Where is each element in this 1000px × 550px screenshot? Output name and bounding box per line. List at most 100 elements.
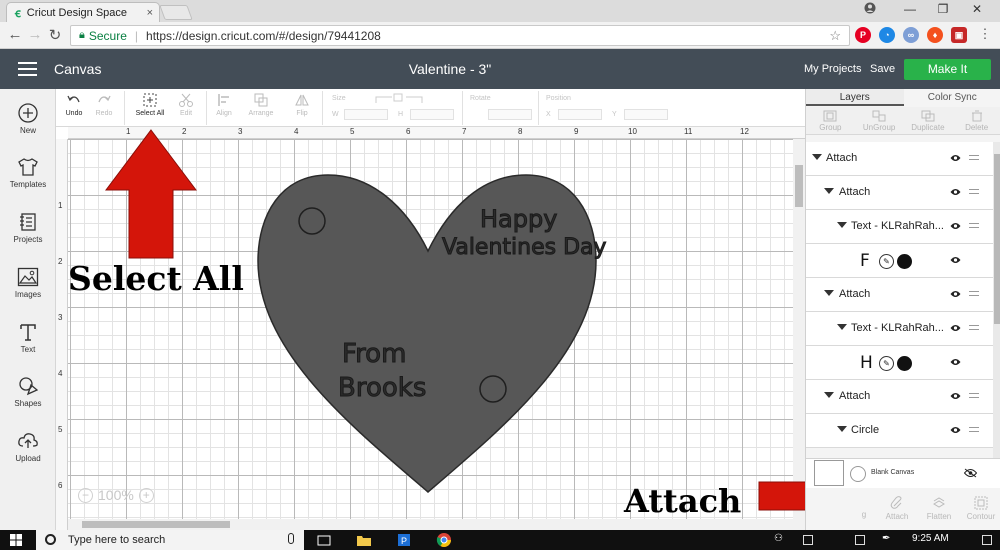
- group-button[interactable]: Group: [806, 107, 855, 134]
- sidebar-item-projects[interactable]: Projects: [0, 212, 56, 244]
- layer-row-glyph[interactable]: H ✎: [806, 346, 993, 380]
- undo-button[interactable]: Undo: [62, 92, 86, 117]
- layer-row-text[interactable]: Text - KLRahRah...: [806, 210, 993, 244]
- drag-handle-icon[interactable]: [969, 291, 979, 296]
- duplicate-button[interactable]: Duplicate: [904, 107, 953, 134]
- chrome-icon[interactable]: [436, 532, 452, 548]
- browser-tab[interactable]: ꞓ Cricut Design Space ×: [6, 2, 160, 22]
- extension-icon[interactable]: ◔: [879, 27, 895, 43]
- layer-row-circle[interactable]: Circle: [806, 414, 993, 448]
- redo-button[interactable]: Redo: [92, 92, 116, 117]
- canvas-shape-swatch[interactable]: [850, 466, 866, 482]
- scrollbar-thumb[interactable]: [795, 165, 803, 207]
- layer-row-attach[interactable]: Attach: [806, 176, 993, 210]
- caret-down-icon[interactable]: [812, 154, 822, 160]
- layer-row-attach[interactable]: Attach: [806, 278, 993, 312]
- taskbar-search-box[interactable]: Type here to search: [36, 530, 304, 550]
- sidebar-item-new[interactable]: New: [0, 103, 56, 135]
- pen-tool-icon[interactable]: ✎: [879, 254, 894, 269]
- pinterest-extension-icon[interactable]: P: [855, 27, 871, 43]
- rotate-input[interactable]: [488, 109, 532, 120]
- canvas-horizontal-scrollbar[interactable]: [68, 519, 793, 530]
- zoom-out-button[interactable]: −: [78, 487, 93, 503]
- tab-layers[interactable]: Layers: [806, 89, 904, 106]
- drag-handle-icon[interactable]: [969, 189, 979, 194]
- eye-icon[interactable]: [950, 392, 961, 400]
- scrollbar-thumb[interactable]: [82, 521, 230, 528]
- microphone-icon[interactable]: [288, 533, 294, 544]
- pen-tool-icon[interactable]: ✎: [879, 356, 894, 371]
- drag-handle-icon[interactable]: [969, 223, 979, 228]
- caret-down-icon[interactable]: [837, 324, 847, 330]
- reload-icon[interactable]: ↻: [46, 26, 64, 44]
- color-swatch[interactable]: [897, 254, 912, 269]
- sidebar-item-shapes[interactable]: Shapes: [0, 376, 56, 408]
- contour-button[interactable]: Contour: [965, 490, 997, 530]
- my-projects-link[interactable]: My Projects: [804, 63, 861, 75]
- store-icon[interactable]: P: [396, 532, 412, 548]
- sidebar-item-text[interactable]: Text: [0, 322, 56, 354]
- edit-button[interactable]: Edit: [174, 92, 198, 117]
- eye-icon[interactable]: [950, 290, 961, 298]
- align-button[interactable]: Align: [212, 92, 236, 117]
- canvas-color-swatch[interactable]: [814, 460, 844, 486]
- heart-text-brooks[interactable]: Brooks: [337, 373, 426, 404]
- arrange-button[interactable]: Arrange: [246, 92, 276, 117]
- eye-icon[interactable]: [950, 222, 961, 230]
- color-swatch[interactable]: [897, 356, 912, 371]
- pepper-extension-icon[interactable]: ♦: [927, 27, 943, 43]
- new-tab-button[interactable]: [159, 5, 193, 20]
- save-link[interactable]: Save: [870, 63, 895, 75]
- caret-down-icon[interactable]: [824, 290, 834, 296]
- minimize-button[interactable]: —: [895, 2, 925, 16]
- delete-button[interactable]: Delete: [952, 107, 1000, 134]
- task-view-icon[interactable]: [316, 532, 332, 548]
- drag-handle-icon[interactable]: [969, 155, 979, 160]
- attach-button[interactable]: Attach: [881, 490, 913, 530]
- heart-text-valentines-day[interactable]: Valentines Day: [442, 235, 608, 261]
- network-icon[interactable]: [803, 535, 813, 545]
- link-extension-icon[interactable]: ∞: [903, 27, 919, 43]
- sidebar-item-upload[interactable]: Upload: [0, 431, 56, 463]
- restore-button[interactable]: ❐: [928, 2, 958, 16]
- blank-canvas-row[interactable]: Blank Canvas: [806, 458, 1000, 488]
- file-explorer-icon[interactable]: [356, 532, 372, 548]
- pen-icon[interactable]: ✒: [882, 533, 892, 544]
- profile-icon[interactable]: [855, 2, 885, 17]
- windows-start-icon[interactable]: [10, 534, 22, 546]
- eye-icon[interactable]: [950, 154, 961, 162]
- caret-down-icon[interactable]: [824, 392, 834, 398]
- width-input[interactable]: [344, 109, 388, 120]
- bookmark-star-icon[interactable]: ☆: [829, 28, 841, 44]
- caret-down-icon[interactable]: [837, 222, 847, 228]
- heart-text-happy[interactable]: Happy: [479, 205, 557, 234]
- tab-color-sync[interactable]: Color Sync: [904, 89, 1000, 106]
- layer-row-text[interactable]: Text - KLRahRah...: [806, 312, 993, 346]
- heart-text-from[interactable]: From: [341, 339, 406, 370]
- eye-icon[interactable]: [950, 426, 961, 434]
- caret-down-icon[interactable]: [824, 188, 834, 194]
- eye-icon[interactable]: [950, 256, 961, 264]
- sidebar-item-images[interactable]: Images: [0, 267, 56, 299]
- y-position-input[interactable]: [624, 109, 668, 120]
- notifications-icon[interactable]: [982, 535, 992, 545]
- flatten-button[interactable]: Flatten: [923, 490, 955, 530]
- forward-arrow-icon[interactable]: →: [26, 26, 44, 43]
- flip-button[interactable]: Flip: [290, 92, 314, 117]
- people-icon[interactable]: ⚇: [774, 533, 784, 544]
- drag-handle-icon[interactable]: [969, 325, 979, 330]
- calendar-extension-icon[interactable]: ▣: [951, 27, 967, 43]
- back-arrow-icon[interactable]: ←: [6, 26, 24, 43]
- taskbar-clock[interactable]: 9:25 AM: [912, 533, 949, 544]
- eye-icon[interactable]: [950, 358, 961, 366]
- layer-row-attach[interactable]: Attach: [806, 380, 993, 414]
- select-all-button[interactable]: Select All: [130, 92, 170, 117]
- lock-proportions-icon[interactable]: [374, 91, 424, 105]
- tab-close-icon[interactable]: ×: [147, 7, 153, 19]
- drag-handle-icon[interactable]: [969, 393, 979, 398]
- layers-scrollbar[interactable]: [993, 142, 1000, 458]
- height-input[interactable]: [410, 109, 454, 120]
- sidebar-item-templates[interactable]: Templates: [0, 157, 56, 189]
- eye-icon[interactable]: [950, 188, 961, 196]
- scrollbar-thumb[interactable]: [994, 154, 1000, 324]
